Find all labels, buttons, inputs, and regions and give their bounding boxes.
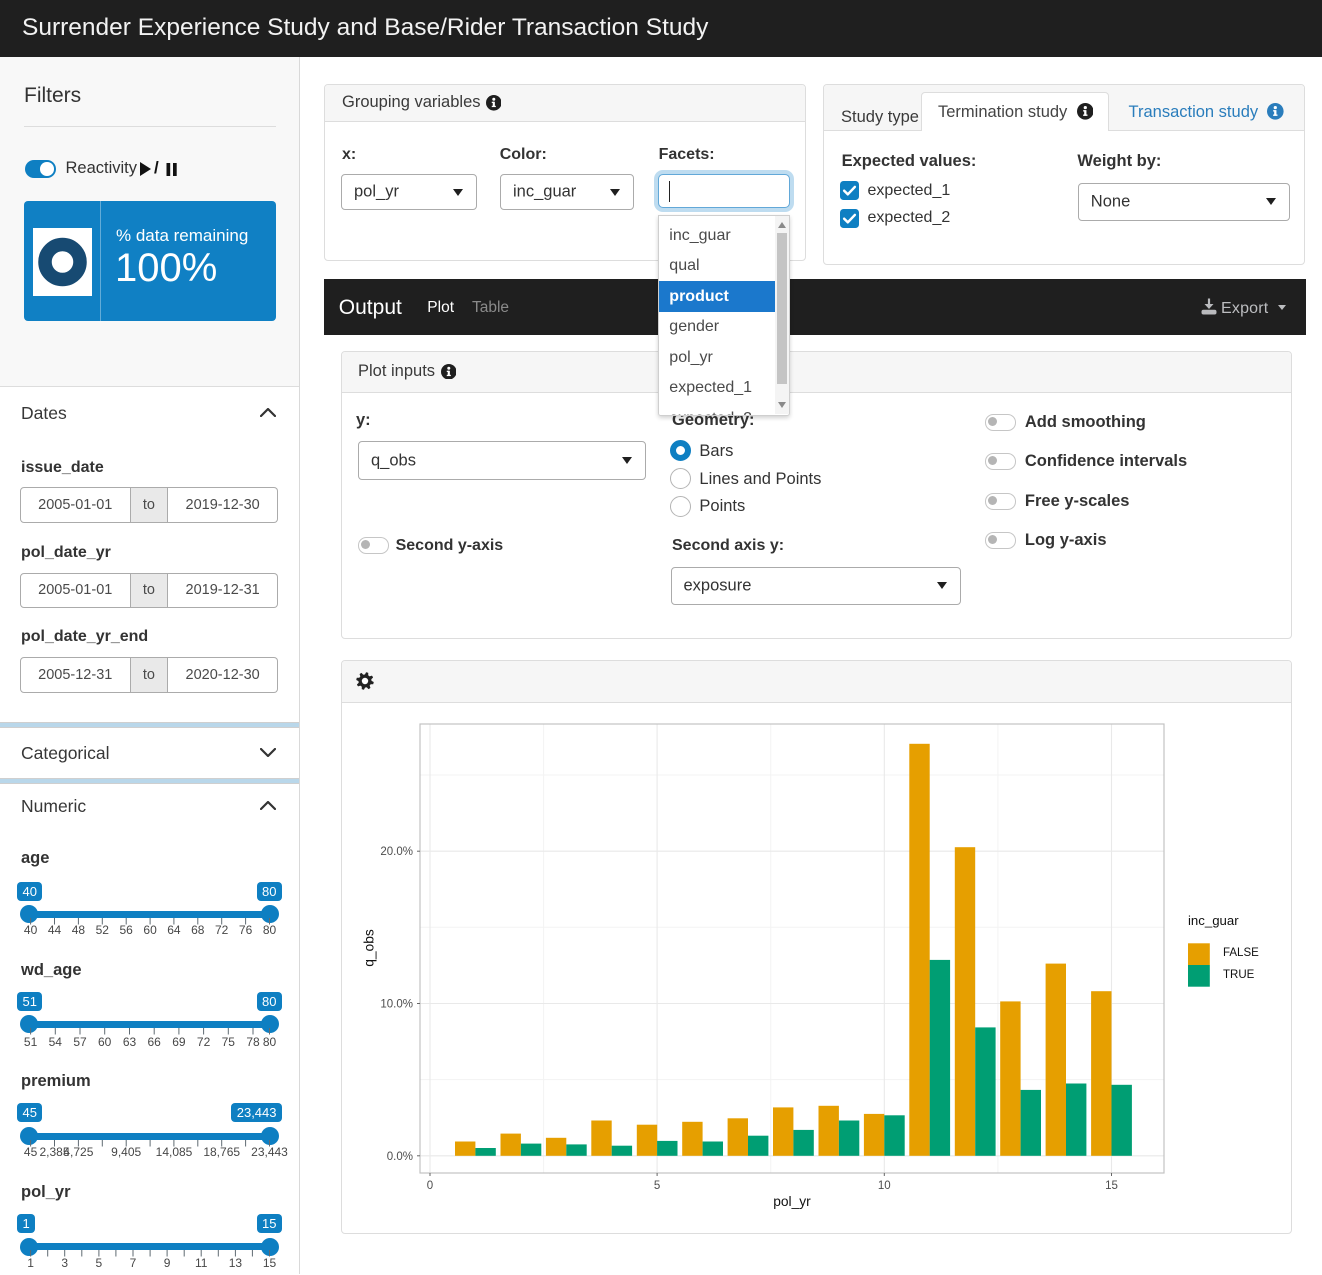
svg-text:inc_guar: inc_guar: [1188, 913, 1239, 928]
svg-text:15: 15: [1105, 1180, 1118, 1192]
svg-text:TRUE: TRUE: [1223, 969, 1255, 981]
svg-text:10: 10: [878, 1180, 891, 1192]
svg-text:20.0%: 20.0%: [380, 846, 413, 858]
svg-text:0.0%: 0.0%: [387, 1151, 413, 1163]
svg-text:0: 0: [427, 1180, 433, 1192]
svg-text:pol_yr: pol_yr: [773, 1194, 811, 1209]
svg-text:FALSE: FALSE: [1223, 947, 1259, 959]
svg-text:5: 5: [654, 1180, 660, 1192]
svg-text:q_obs: q_obs: [362, 929, 377, 967]
svg-text:10.0%: 10.0%: [380, 999, 413, 1011]
